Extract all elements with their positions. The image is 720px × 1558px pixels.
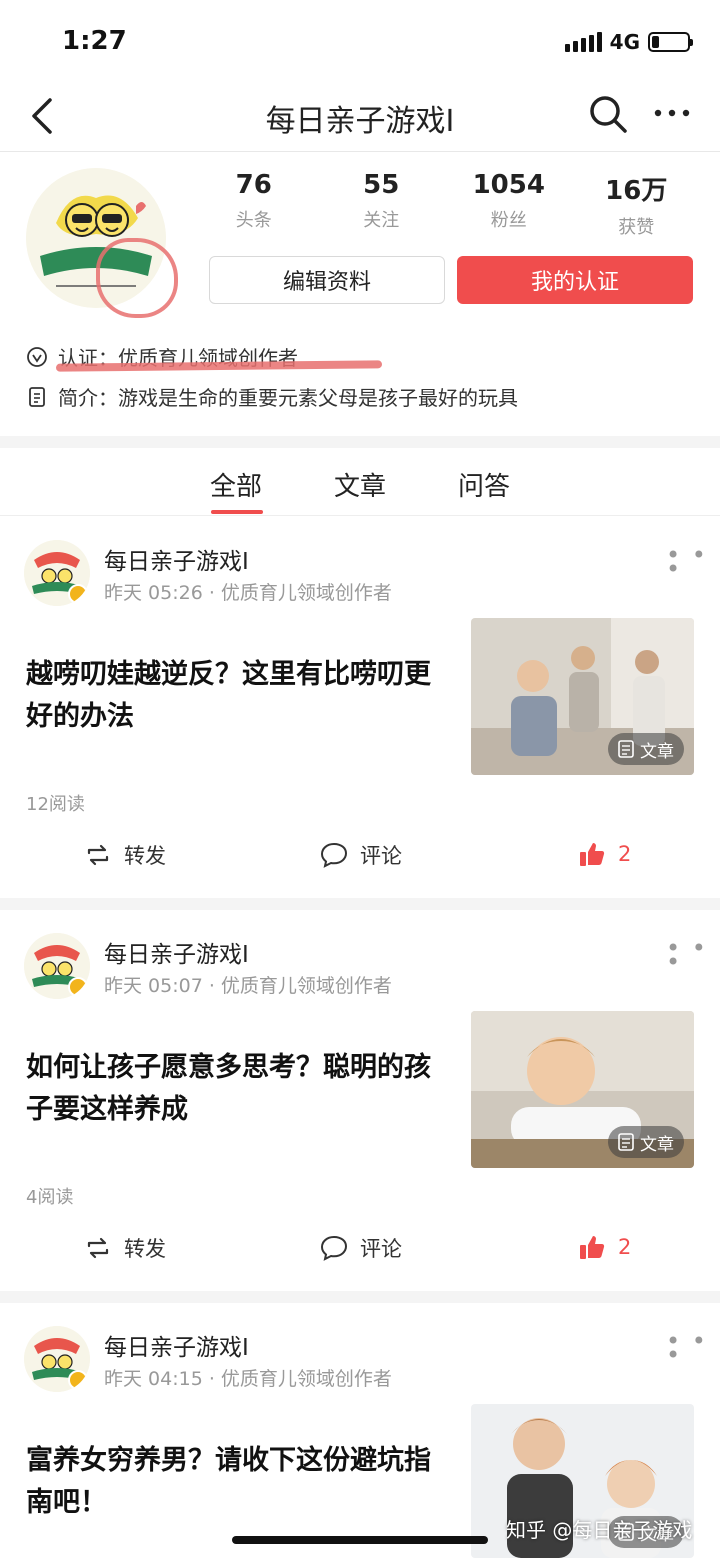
tab-articles[interactable]: 文章	[334, 466, 386, 503]
article-badge: 文章	[608, 1126, 684, 1158]
stat-label: 关注	[363, 210, 400, 231]
stat-following[interactable]: 55 关注	[318, 170, 446, 239]
stat-value: 16万	[605, 176, 668, 206]
avatar[interactable]	[24, 540, 90, 606]
like-count: 2	[618, 1235, 632, 1259]
card-title[interactable]: 如何让孩子愿意多思考？聪明的孩子要这样养成	[26, 1047, 446, 1131]
stat-label: 头条	[235, 210, 272, 231]
network-type: 4G	[609, 30, 640, 54]
badge-label: 文章	[640, 1134, 674, 1155]
repost-label: 转发	[124, 844, 166, 868]
stat-likes[interactable]: 16万获赞	[573, 170, 701, 239]
like-button[interactable]: 2	[578, 1233, 631, 1261]
repost-label: 转发	[124, 1237, 166, 1261]
stat-value: 76	[235, 170, 272, 200]
comment-icon	[320, 1235, 348, 1261]
stat-label: 粉丝	[490, 210, 527, 231]
card-thumbnail[interactable]: 文章	[471, 1011, 694, 1168]
card-title[interactable]: 越唠叨娃越逆反？这里有比唠叨更好的办法	[26, 654, 446, 738]
tab-all[interactable]: 全部	[210, 466, 262, 503]
comment-label: 评论	[360, 844, 402, 868]
badge-label: 文章	[640, 741, 674, 762]
bio-row: 简介：游戏是生命的重要元素父母是孩子最好的玩具	[26, 382, 518, 411]
signal-icon	[564, 32, 602, 52]
feed-card[interactable]: 每日亲子游戏I 昨天 05:07 · 优质育儿领域创作者 • • • 如何让孩子…	[0, 911, 720, 1291]
read-count: 12阅读	[26, 794, 85, 815]
more-dots-icon[interactable]: • • •	[666, 543, 720, 581]
search-icon[interactable]	[588, 94, 628, 134]
battery-level	[652, 36, 659, 48]
repost-button[interactable]: 转发	[84, 1233, 166, 1263]
card-title[interactable]: 富养女穷养男？请收下这份避坑指南吧！	[26, 1440, 446, 1524]
stat-value: 1054	[472, 170, 545, 200]
document-icon	[618, 1133, 634, 1151]
like-button[interactable]: 2	[578, 840, 631, 868]
read-count: 4阅读	[26, 1187, 74, 1208]
card-meta: 昨天 05:26 · 优质育儿领域创作者	[104, 582, 392, 604]
article-badge: 文章	[608, 733, 684, 765]
card-author[interactable]: 每日亲子游戏I	[104, 935, 249, 969]
status-indicators: 4G	[564, 30, 693, 54]
section-divider	[0, 898, 720, 910]
more-dots-icon[interactable]: • • •	[666, 936, 720, 974]
stat-value: 55	[363, 170, 400, 200]
like-count: 2	[618, 842, 632, 866]
repost-icon	[87, 844, 109, 866]
profile-header: 76 头条 55 关注 1054 粉丝 16万 获赞 编辑资料 我的认证 认证：优质育儿…	[0, 152, 720, 436]
status-bar: 1:27 4G	[0, 0, 720, 84]
thumbs-up-icon	[580, 1236, 605, 1259]
repost-icon	[87, 1237, 109, 1259]
battery-icon	[648, 32, 693, 52]
card-meta: 昨天 05:07 · 优质育儿领域创作者	[104, 975, 392, 997]
comment-icon	[320, 842, 348, 868]
stat-followers[interactable]: 1054 粉丝	[445, 170, 573, 239]
repost-button[interactable]: 转发	[84, 840, 166, 870]
edit-profile-button[interactable]: 编辑资料	[209, 256, 445, 304]
section-divider	[0, 436, 720, 448]
status-time: 1:27	[62, 26, 127, 56]
tab-active-indicator	[211, 510, 263, 514]
nav-bar: 每日亲子游戏I	[0, 84, 720, 152]
verified-badge-icon	[27, 346, 47, 367]
avatar[interactable]	[24, 1326, 90, 1392]
bio-text: 简介：游戏是生命的重要元素父母是孩子最好的玩具	[58, 386, 518, 410]
card-actions: 转发 评论 2	[0, 840, 720, 880]
card-author[interactable]: 每日亲子游戏I	[104, 1328, 249, 1362]
card-author[interactable]: 每日亲子游戏I	[104, 542, 249, 576]
tab-qa[interactable]: 问答	[458, 466, 510, 503]
comment-button[interactable]: 评论	[320, 1233, 402, 1263]
card-meta: 昨天 04:15 · 优质育儿领域创作者	[104, 1368, 392, 1390]
stat-headlines[interactable]: 76 头条	[190, 170, 318, 239]
home-indicator[interactable]	[232, 1536, 488, 1544]
thumbs-up-icon	[580, 843, 605, 866]
card-thumbnail[interactable]: 文章	[471, 618, 694, 775]
content-tabs: 全部 文章 问答	[0, 448, 720, 516]
card-actions: 转发 评论 2	[0, 1233, 720, 1273]
watermark: 知乎 @每日亲子游戏	[506, 1518, 693, 1542]
stat-label: 获赞	[618, 217, 655, 238]
comment-label: 评论	[360, 1237, 402, 1261]
annotation-circle	[96, 238, 178, 318]
comment-button[interactable]: 评论	[320, 840, 402, 870]
more-dots-icon[interactable]: • • •	[666, 1329, 720, 1367]
section-divider	[0, 1291, 720, 1303]
more-dots-icon[interactable]	[652, 98, 692, 128]
document-icon	[618, 740, 634, 758]
feed-card[interactable]: 每日亲子游戏I 昨天 05:26 · 优质育儿领域创作者 • • • 越唠叨娃越…	[0, 518, 720, 898]
my-verification-button[interactable]: 我的认证	[457, 256, 693, 304]
profile-stats: 76 头条 55 关注 1054 粉丝 16万获赞	[190, 170, 700, 239]
avatar[interactable]	[24, 933, 90, 999]
document-icon	[29, 386, 45, 407]
